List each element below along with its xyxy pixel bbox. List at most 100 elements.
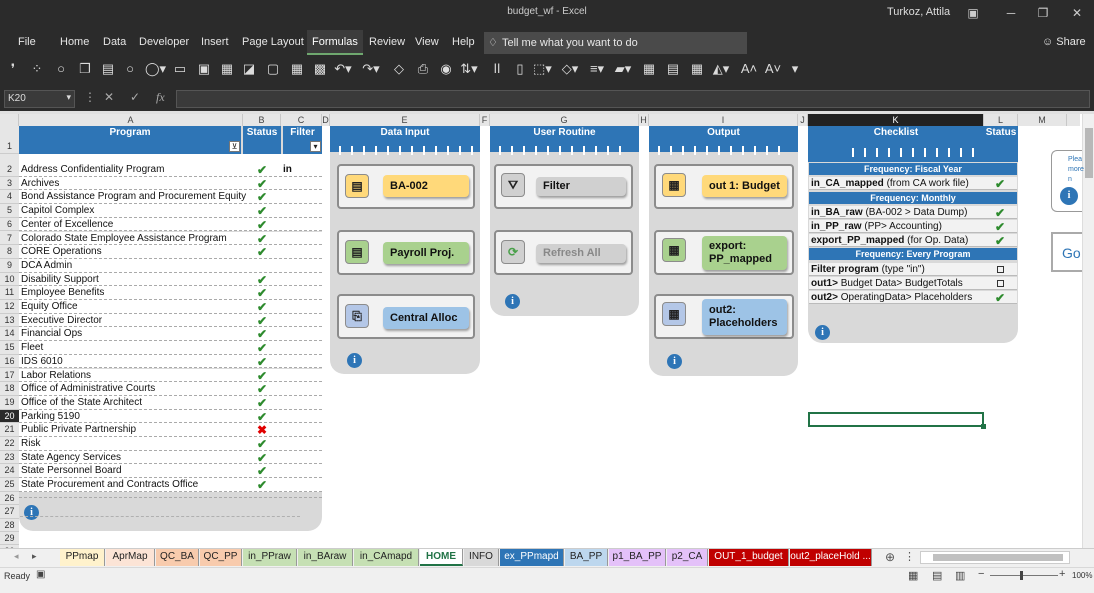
border-icon[interactable]: ▦ — [688, 61, 706, 77]
comma-icon[interactable]: ❜ — [4, 61, 22, 77]
select-icon[interactable]: ⬚▾ — [533, 61, 552, 77]
freeze-icon[interactable]: ▦ — [218, 61, 236, 77]
list-item[interactable]: Address Confidentiality Program ✔ in — [19, 163, 322, 177]
page-icon[interactable]: ▯ — [511, 61, 529, 77]
sheet-tab[interactable]: p1_BA_PP — [609, 549, 666, 566]
scroll-thumb[interactable] — [1085, 128, 1093, 178]
tab-review[interactable]: Review — [369, 36, 405, 48]
eraser-icon[interactable]: ◇ — [390, 61, 408, 77]
tab-file[interactable]: File — [18, 36, 36, 48]
row-header[interactable]: 25 — [0, 478, 19, 492]
list-item[interactable]: Colorado State Employee Assistance Progr… — [19, 231, 322, 246]
undo-icon[interactable]: ↶▾ — [334, 61, 352, 77]
window-icon[interactable]: ▭ — [171, 61, 189, 77]
sheet-tab[interactable]: ex_PPmapd — [500, 549, 564, 566]
list-item[interactable]: Parking 5190 ✔ — [19, 409, 322, 424]
print-icon[interactable]: ⎙ — [414, 61, 432, 77]
list-item[interactable]: Fleet ✔ — [19, 341, 322, 355]
column-header-a[interactable]: A — [19, 114, 243, 126]
table-icon[interactable]: ▦ — [662, 302, 686, 326]
list-item[interactable]: Capitol Complex ✔ — [19, 204, 322, 218]
ribbon-display-icon[interactable]: ▣ — [962, 4, 984, 22]
row-header[interactable]: 1 — [0, 126, 19, 154]
enter-icon[interactable]: ✓ — [130, 90, 140, 104]
rectangle-icon[interactable]: ▢ — [264, 61, 282, 77]
minimize-icon[interactable]: ─ — [1000, 4, 1022, 22]
list-item[interactable]: State Agency Services ✔ — [19, 450, 322, 465]
vertical-scrollbar[interactable] — [1082, 114, 1094, 548]
image-icon[interactable]: ◪ — [240, 61, 258, 77]
tab-insert[interactable]: Insert — [201, 36, 229, 48]
more-tabs-icon[interactable]: ⋮ — [904, 550, 915, 563]
row-header[interactable]: 8 — [0, 245, 19, 259]
list-item[interactable]: Disability Support ✔ — [19, 272, 322, 287]
column-header-j[interactable]: J — [798, 114, 808, 126]
tell-me-search[interactable]: ♢ Tell me what you want to do — [484, 32, 747, 54]
row-header[interactable]: 4 — [0, 190, 19, 205]
row-header[interactable]: 6 — [0, 218, 19, 232]
list-item[interactable]: Center of Excellence ✔ — [19, 217, 322, 232]
info-icon[interactable]: i — [24, 505, 39, 520]
shape-icon[interactable]: ◯▾ — [145, 61, 166, 77]
scroll-right-icon[interactable]: ▸ — [32, 551, 37, 562]
ba002-button[interactable]: BA-002 — [383, 175, 469, 197]
sheet-tab[interactable]: OUT_1_budget — [709, 549, 789, 566]
sheet-tab[interactable]: p2_CA — [667, 549, 708, 566]
export-pp-mapped-button[interactable]: export: PP_mapped — [702, 236, 787, 270]
cancel-icon[interactable]: ✕ — [104, 90, 114, 104]
column-header-m[interactable]: M — [1018, 114, 1067, 126]
list-item[interactable]: Bond Assistance Program and Procurement … — [19, 190, 322, 204]
normal-view-icon[interactable]: ▦ — [908, 569, 918, 582]
table-icon[interactable]: ▦ — [662, 173, 686, 197]
payroll-button[interactable]: Payroll Proj. — [383, 242, 469, 264]
column-header-k[interactable]: K — [808, 114, 984, 126]
tab-formulas[interactable]: Formulas — [307, 30, 363, 55]
tab-home[interactable]: Home — [60, 36, 89, 48]
column-header-f[interactable]: F — [480, 114, 490, 126]
zoom-level[interactable]: 100% — [1072, 571, 1092, 580]
font-increase-icon[interactable]: A˄ — [740, 61, 758, 76]
select-all-corner[interactable] — [0, 114, 19, 126]
row-header[interactable]: 23 — [0, 451, 19, 465]
sheet-tab[interactable]: INFO — [464, 549, 499, 566]
sheet-tab[interactable]: BA_PP — [565, 549, 608, 566]
tab-developer[interactable]: Developer — [139, 36, 189, 48]
customize-icon[interactable]: ▾ — [786, 61, 804, 77]
refresh-icon[interactable]: ⟳ — [501, 240, 525, 264]
row-header[interactable]: 5 — [0, 204, 19, 218]
column-header-c[interactable]: C — [281, 114, 322, 126]
textbox-icon[interactable]: ▣ — [195, 61, 213, 77]
row-header[interactable]: 15 — [0, 341, 19, 355]
row-header[interactable]: 26 — [0, 492, 19, 506]
row-header[interactable]: 16 — [0, 355, 19, 369]
sheet-tab[interactable]: out2_placeHold ... — [790, 549, 872, 566]
checkbox-icon[interactable] — [997, 280, 1004, 287]
page-break-view-icon[interactable]: ▥ — [955, 569, 965, 582]
decimal-icon[interactable]: ⁘ — [28, 61, 46, 77]
restore-icon[interactable]: ❐ — [1032, 4, 1054, 22]
row-header[interactable]: 27 — [0, 505, 19, 519]
row-header[interactable]: 14 — [0, 327, 19, 342]
table-icon[interactable]: ▦ — [662, 238, 686, 262]
row-header[interactable]: 2 — [0, 163, 19, 177]
sheet-tab[interactable]: QC_PP — [200, 549, 242, 566]
row-header[interactable]: 18 — [0, 382, 19, 396]
row-header[interactable]: 29 — [0, 532, 19, 546]
filter-button[interactable]: Filter — [536, 177, 626, 196]
info-icon[interactable]: i — [1060, 187, 1078, 205]
zoom-out-icon[interactable]: − — [978, 568, 984, 580]
column-header-g[interactable]: G — [490, 114, 639, 126]
add-sheet-icon[interactable]: ⊕ — [885, 550, 895, 564]
list-item[interactable]: Employee Benefits ✔ — [19, 286, 322, 300]
close-icon[interactable]: ✕ — [1066, 4, 1088, 22]
list-item[interactable]: Public Private Partnership ✖ — [19, 423, 322, 437]
list-item[interactable]: Equity Office ✔ — [19, 300, 322, 314]
hscroll-thumb[interactable] — [933, 554, 1063, 561]
column-header-e[interactable]: E — [330, 114, 480, 126]
list-item[interactable]: State Procurement and Contracts Office ✔ — [19, 478, 322, 492]
abc-icon[interactable]: ǀǀ — [488, 61, 506, 76]
row-header[interactable]: 20 — [0, 409, 19, 424]
row-header[interactable]: 24 — [0, 464, 19, 479]
align-icon[interactable]: ≡▾ — [588, 61, 606, 77]
fill-handle[interactable] — [981, 424, 986, 429]
